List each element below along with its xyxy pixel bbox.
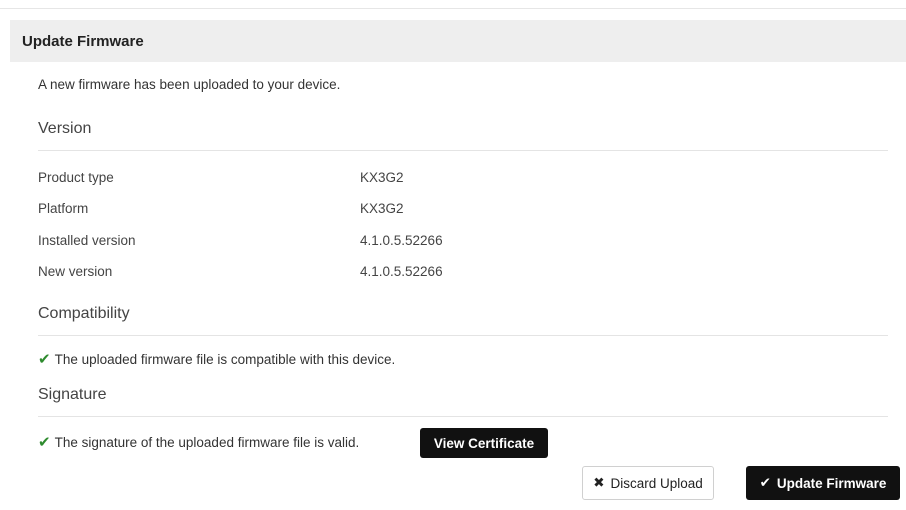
installed-version-label: Installed version [38,233,136,248]
check-icon: ✔ [38,351,51,368]
signature-status: ✔ The signature of the uploaded firmware… [38,433,359,451]
top-divider [0,8,906,9]
update-firmware-button[interactable]: ✔ Update Firmware [746,466,900,500]
signature-divider [38,416,888,417]
new-version-value: 4.1.0.5.52266 [360,264,443,279]
x-icon: ✖ [593,475,605,490]
new-version-label: New version [38,264,113,279]
intro-text: A new firmware has been uploaded to your… [38,77,341,92]
panel-title: Update Firmware [10,20,906,62]
product-type-value: KX3G2 [360,170,404,185]
version-section-title: Version [38,120,92,137]
signature-section-title: Signature [38,386,107,403]
view-certificate-button[interactable]: View Certificate [420,428,548,458]
product-type-label: Product type [38,170,114,185]
panel-body: A new firmware has been uploaded to your… [10,62,906,502]
discard-upload-button[interactable]: ✖ Discard Upload [582,466,714,500]
signature-message: The signature of the uploaded firmware f… [54,434,360,450]
compatibility-section-title: Compatibility [38,305,130,322]
check-icon: ✔ [759,475,771,490]
platform-value: KX3G2 [360,201,404,216]
installed-version-value: 4.1.0.5.52266 [360,233,443,248]
update-firmware-label: Update Firmware [776,475,887,491]
compatibility-message: The uploaded firmware file is compatible… [54,351,396,367]
compatibility-status: ✔ The uploaded firmware file is compatib… [38,350,395,368]
version-divider [38,150,888,151]
platform-label: Platform [38,201,89,216]
check-icon: ✔ [38,434,51,451]
update-firmware-panel: Update Firmware A new firmware has been … [10,20,906,510]
compatibility-divider [38,335,888,336]
discard-upload-label: Discard Upload [610,475,703,491]
